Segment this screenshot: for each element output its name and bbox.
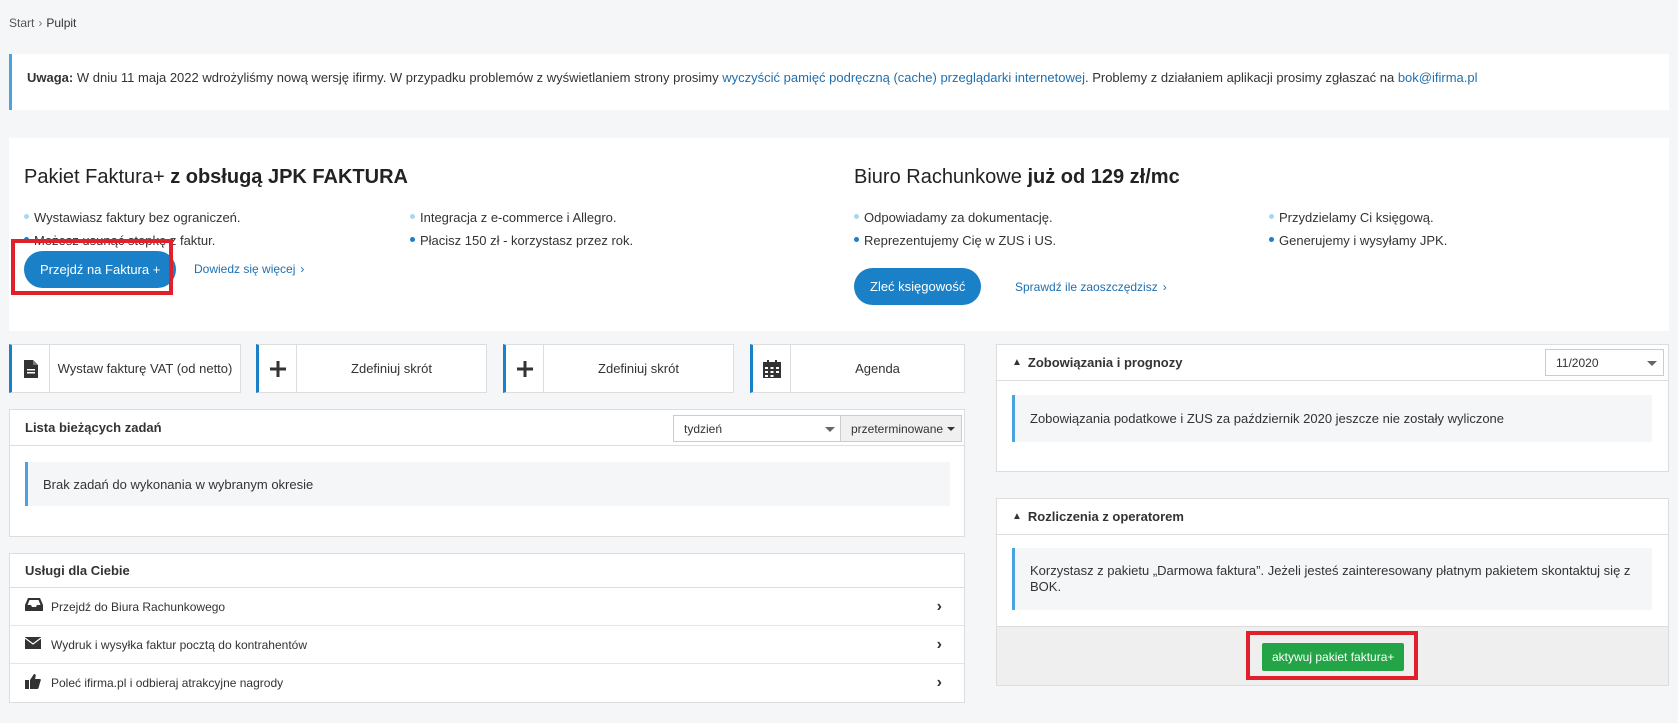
chevron-up-icon: ▲ xyxy=(1012,511,1022,522)
support-email-link[interactable]: bok@ifirma.pl xyxy=(1398,70,1478,85)
obligations-panel: ▲ Zobowiązania i prognozy 11/2020 Zobowi… xyxy=(996,344,1669,472)
shortcut-label: Zdefiniuj skrót xyxy=(598,361,679,376)
notice-banner: Uwaga: W dniu 11 maja 2022 wdrożyliśmy n… xyxy=(9,54,1669,110)
promo-biuro: Biuro Rachunkowe już od 129 zł/mc Odpowi… xyxy=(854,166,1447,248)
settlements-panel-header[interactable]: ▲ Rozliczenia z operatorem xyxy=(997,499,1668,535)
chevron-right-icon: › xyxy=(1162,280,1167,294)
promo-faktura-title: Pakiet Faktura+ z obsługą JPK FAKTURA xyxy=(24,166,408,188)
breadcrumb-current: Pulpit xyxy=(46,16,77,30)
service-item-accounting-office[interactable]: Przejdź do Biura Rachunkowego › xyxy=(10,588,964,626)
envelope-icon xyxy=(24,636,45,653)
chevron-right-icon: › xyxy=(300,262,305,276)
promo-biuro-title: Biuro Rachunkowe już od 129 zł/mc xyxy=(854,166,1180,188)
list-item: Wystawiasz faktury bez ograniczeń. xyxy=(24,206,241,229)
promo-biuro-bullets-1: Odpowiadamy za dokumentację. Reprezentuj… xyxy=(854,206,1056,252)
list-item: Odpowiadamy za dokumentację. xyxy=(854,206,1056,229)
list-item: Przydzielamy Ci księgową. xyxy=(1269,206,1447,229)
breadcrumb: Start › Pulpit xyxy=(9,16,76,30)
plus-icon xyxy=(259,345,297,392)
calendar-icon xyxy=(753,345,791,392)
shortcut-label: Zdefiniuj skrót xyxy=(351,361,432,376)
overdue-filter-dropdown[interactable]: przeterminowane xyxy=(840,415,962,442)
chevron-right-icon: › xyxy=(936,674,942,691)
promo-biuro-bullets-2: Przydzielamy Ci księgową. Generujemy i w… xyxy=(1269,206,1447,252)
list-item: Płacisz 150 zł - korzystasz przez rok. xyxy=(410,229,633,252)
promo-section: Pakiet Faktura+ z obsługą JPK FAKTURA Wy… xyxy=(9,138,1669,331)
services-panel: Usługi dla Ciebie Przejdź do Biura Rachu… xyxy=(9,553,965,703)
period-select[interactable]: tydzień xyxy=(673,415,842,442)
list-item: Generujemy i wysyłamy JPK. xyxy=(1269,229,1447,252)
learn-more-link[interactable]: Dowiedz się więcej › xyxy=(194,262,304,276)
tasks-empty-message: Brak zadań do wykonania w wybranym okres… xyxy=(25,462,950,506)
obligations-message: Zobowiązania podatkowe i ZUS za paździer… xyxy=(1012,395,1652,442)
list-item: Reprezentujemy Cię w ZUS i US. xyxy=(854,229,1056,252)
settlements-panel-title: Rozliczenia z operatorem xyxy=(1027,509,1184,524)
promo-faktura-bullets-2: Integracja z e-commerce i Allegro. Płaci… xyxy=(410,206,633,252)
shortcut-issue-invoice[interactable]: Wystaw fakturę VAT (od netto) xyxy=(9,344,241,393)
document-icon xyxy=(12,345,50,392)
chevron-right-icon: › xyxy=(936,597,942,615)
plus-icon xyxy=(506,345,544,392)
tasks-panel: Lista bieżących zadań tydzień przetermin… xyxy=(9,409,965,537)
breadcrumb-start-link[interactable]: Start xyxy=(9,16,34,30)
promo-faktura: Pakiet Faktura+ z obsługą JPK FAKTURA Wy… xyxy=(24,166,633,248)
thumbs-up-icon xyxy=(25,673,45,693)
notice-text-middle: . Problemy z działaniem aplikacji prosim… xyxy=(1084,70,1398,85)
chevron-up-icon: ▲ xyxy=(1012,357,1022,368)
notice-text-before: W dniu 11 maja 2022 wdrożyliśmy nową wer… xyxy=(73,70,723,85)
chevron-down-icon xyxy=(1647,361,1657,366)
breadcrumb-separator: › xyxy=(38,16,43,30)
inbox-icon xyxy=(25,598,45,615)
shortcut-define-2[interactable]: Zdefiniuj skrót xyxy=(503,344,734,393)
settlements-message: Korzystasz z pakietu „Darmowa faktura”. … xyxy=(1012,548,1652,610)
highlight-box xyxy=(1246,631,1418,680)
shortcut-label: Wystaw fakturę VAT (od netto) xyxy=(57,361,233,376)
order-accounting-button[interactable]: Zleć księgowość xyxy=(854,268,982,305)
settlements-panel: ▲ Rozliczenia z operatorem Korzystasz z … xyxy=(996,498,1669,686)
chevron-down-icon xyxy=(825,427,835,432)
service-item-referral[interactable]: Poleć ifirma.pl i odbieraj atrakcyjne na… xyxy=(10,664,964,702)
services-panel-title: Usługi dla Ciebie xyxy=(10,554,964,588)
notice-label: Uwaga: xyxy=(27,70,74,85)
caret-down-icon xyxy=(947,426,956,431)
service-item-mail-invoices[interactable]: Wydruk i wysyłka faktur pocztą do kontra… xyxy=(10,626,964,664)
highlight-box xyxy=(11,239,173,295)
clear-cache-link[interactable]: wyczyścić pamięć podręczną (cache) przeg… xyxy=(722,70,1085,85)
chevron-right-icon: › xyxy=(936,635,942,653)
month-select[interactable]: 11/2020 xyxy=(1545,349,1664,376)
shortcut-agenda[interactable]: Agenda xyxy=(750,344,965,393)
shortcut-label: Agenda xyxy=(855,361,900,376)
shortcut-define-1[interactable]: Zdefiniuj skrót xyxy=(256,344,487,393)
check-savings-link[interactable]: Sprawdź ile zaoszczędzisz › xyxy=(1015,280,1167,294)
list-item: Integracja z e-commerce i Allegro. xyxy=(410,206,633,229)
obligations-panel-title: Zobowiązania i prognozy xyxy=(1027,355,1183,370)
